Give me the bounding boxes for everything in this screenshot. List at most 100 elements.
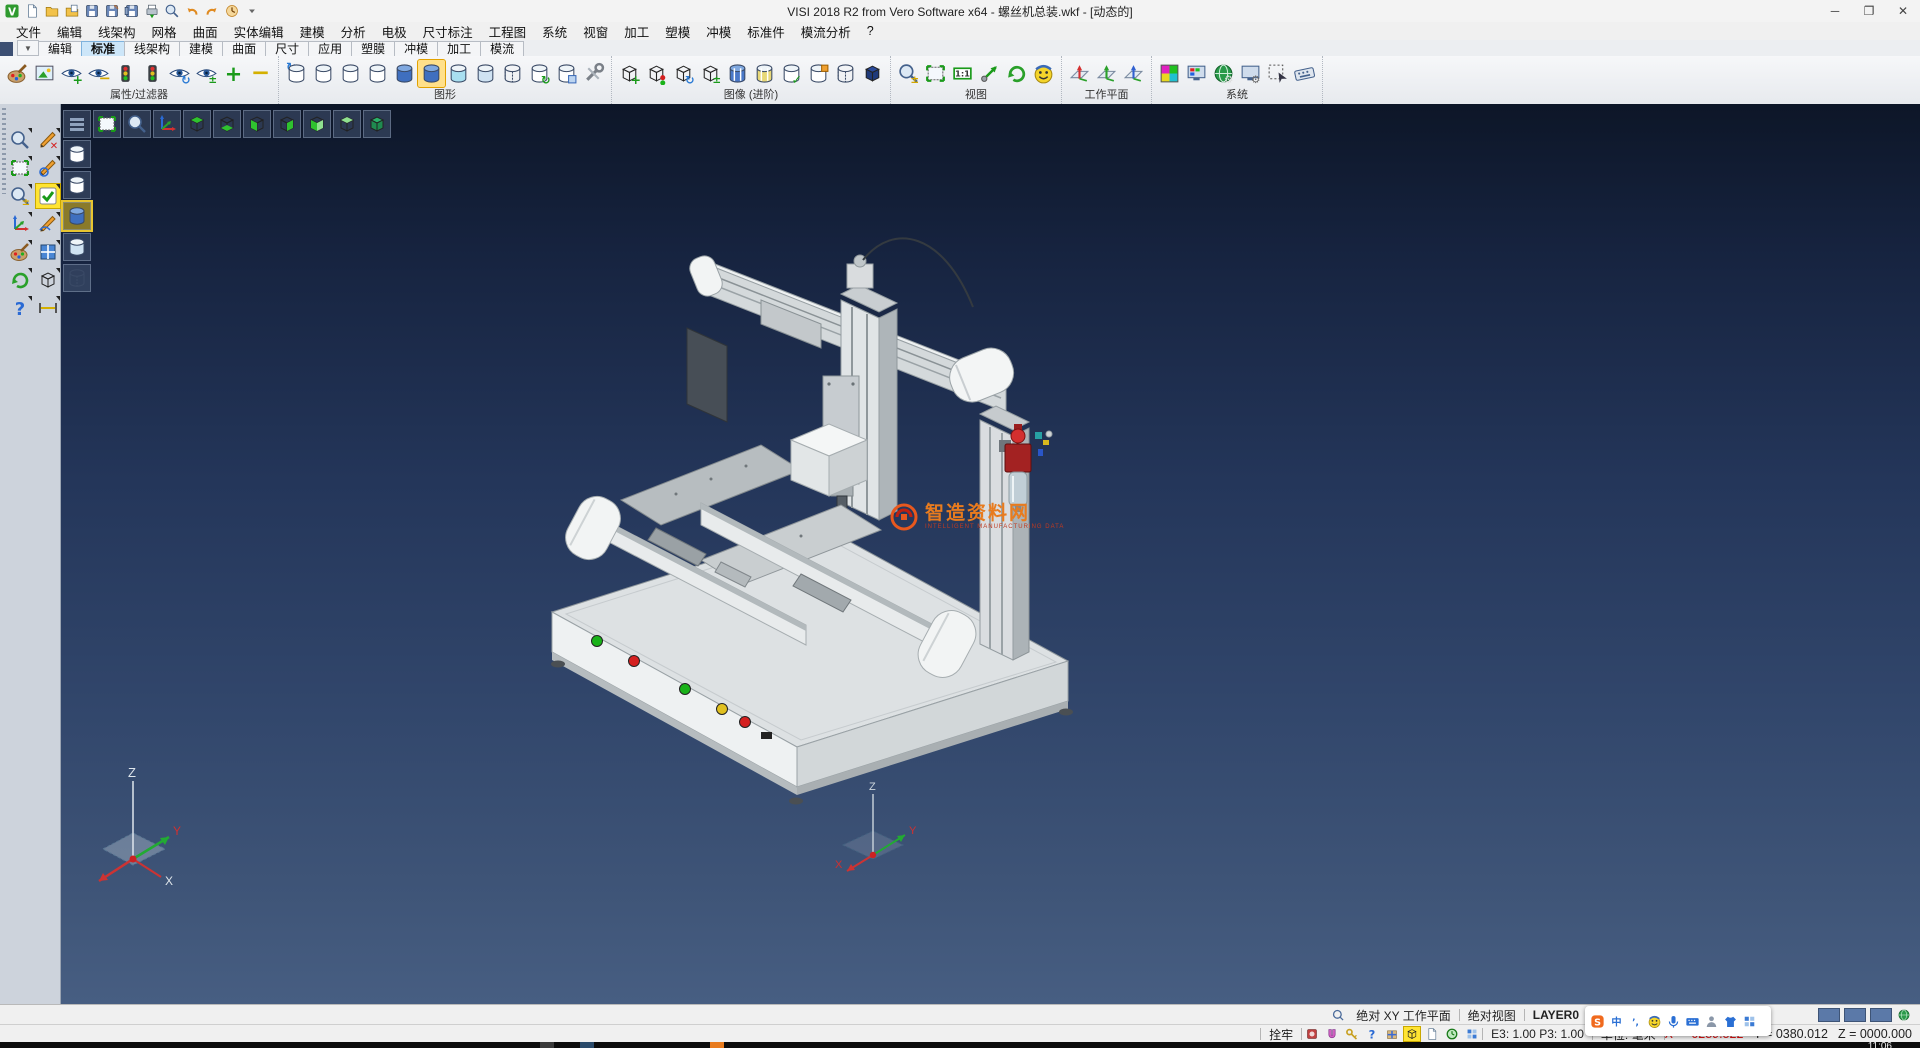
grid-blue-icon[interactable] xyxy=(1464,1027,1480,1041)
dropdown-arrow-icon[interactable] xyxy=(243,2,261,20)
monitor-wrench-icon[interactable]: ⚙ xyxy=(1237,60,1264,87)
panes-window-icon[interactable] xyxy=(36,240,60,264)
person-icon[interactable] xyxy=(1703,1013,1719,1029)
toolbar-tab-加工[interactable]: 加工 xyxy=(437,41,481,56)
skin-shirt-icon[interactable] xyxy=(1722,1013,1738,1029)
redo-orange-icon[interactable] xyxy=(203,2,221,20)
arrow-extents-icon[interactable] xyxy=(976,60,1003,87)
zoom-scale-side-icon[interactable]: ± xyxy=(8,184,32,208)
cylinder-corner-icon[interactable] xyxy=(805,60,832,87)
attributes-brush-icon[interactable] xyxy=(4,60,31,87)
globe-icon[interactable] xyxy=(1896,1008,1912,1022)
menu-工程图[interactable]: 工程图 xyxy=(481,21,535,42)
cylinder-outline3-icon[interactable] xyxy=(364,60,391,87)
globe-wrench-icon[interactable]: ⚙ xyxy=(1210,60,1237,87)
toolbox-grid-icon[interactable] xyxy=(1741,1013,1757,1029)
cylinder-blue-selected-icon[interactable] xyxy=(418,60,445,87)
zoom-scale-icon[interactable]: ± xyxy=(895,60,922,87)
select-dotted-icon[interactable] xyxy=(1264,60,1291,87)
image-frame-icon[interactable] xyxy=(31,60,58,87)
cylinder-outline-icon[interactable] xyxy=(310,60,337,87)
workplane-red-icon[interactable] xyxy=(1066,60,1093,87)
menu-编辑[interactable]: 编辑 xyxy=(49,21,90,42)
menu-实体编辑[interactable]: 实体编辑 xyxy=(226,21,292,42)
color-swatch[interactable] xyxy=(1870,1008,1892,1022)
cylinder-check-icon[interactable]: ✓ xyxy=(778,60,805,87)
cube-plusminus-icon[interactable]: ± xyxy=(697,60,724,87)
open-folder-icon[interactable] xyxy=(43,2,61,20)
menu-文件[interactable]: 文件 xyxy=(8,21,49,42)
toolbar-tab-冲模[interactable]: 冲模 xyxy=(394,41,438,56)
ucs-axis-icon[interactable] xyxy=(8,212,32,236)
menu-分析[interactable]: 分析 xyxy=(333,21,374,42)
cube-traffic-icon[interactable] xyxy=(643,60,670,87)
confirm-check-selected-icon[interactable] xyxy=(36,184,60,208)
minus-yellow-icon[interactable]: − xyxy=(247,60,274,87)
eye-plus-icon[interactable]: + xyxy=(58,60,85,87)
zh-mode-icon[interactable]: 中 xyxy=(1608,1013,1624,1029)
menu-视窗[interactable]: 视窗 xyxy=(575,21,616,42)
restore-button[interactable]: ❐ xyxy=(1852,0,1886,22)
zoom-window-side-icon[interactable] xyxy=(8,156,32,180)
keyboard-tilted-icon[interactable] xyxy=(1291,60,1318,87)
history-orange-icon[interactable] xyxy=(223,2,241,20)
refresh-cylinder-icon[interactable]: ↻ xyxy=(283,60,310,87)
menu-线架构[interactable]: 线架构 xyxy=(90,21,144,42)
cylinder-blue-icon[interactable] xyxy=(391,60,418,87)
refresh-view-icon[interactable] xyxy=(8,268,32,292)
save-all-floppy-icon[interactable] xyxy=(123,2,141,20)
toolbar-tab-塑膜[interactable]: 塑膜 xyxy=(351,41,395,56)
workplane-blue-icon[interactable] xyxy=(1120,60,1147,87)
save-as-floppy-icon[interactable]: ✎ xyxy=(103,2,121,20)
undo-orange-icon[interactable] xyxy=(183,2,201,20)
menu-系统[interactable]: 系统 xyxy=(534,21,575,42)
sogou-logo-icon[interactable]: S xyxy=(1589,1013,1605,1029)
cube-eye-plus-icon[interactable]: + xyxy=(616,60,643,87)
edit-pencil-x-icon[interactable]: ✕ xyxy=(36,128,60,152)
shade-cube-icon[interactable] xyxy=(36,268,60,292)
workplane-indicator[interactable]: 绝对 XY 工作平面 xyxy=(1348,1007,1458,1024)
menu-冲模[interactable]: 冲模 xyxy=(698,21,739,42)
mic-icon[interactable] xyxy=(1665,1013,1681,1029)
taskbar-app-icon[interactable] xyxy=(710,1042,724,1048)
menu-尺寸标注[interactable]: 尺寸标注 xyxy=(415,21,481,42)
workplane-green-icon[interactable] xyxy=(1093,60,1120,87)
color-swatches-right[interactable] xyxy=(1816,1008,1894,1022)
magnet-pink-icon[interactable] xyxy=(1324,1027,1340,1041)
layer-indicator[interactable]: LAYER0 xyxy=(1525,1008,1587,1022)
punct-comma-icon[interactable]: ’, xyxy=(1627,1013,1643,1029)
menu-建模[interactable]: 建模 xyxy=(292,21,333,42)
eye-minus-icon[interactable]: − xyxy=(85,60,112,87)
zoom-window-icon[interactable] xyxy=(922,60,949,87)
soft-keyboard-icon[interactable] xyxy=(1684,1013,1700,1029)
toolbar-tab-尺寸[interactable]: 尺寸 xyxy=(265,41,309,56)
package-box-icon[interactable] xyxy=(1384,1027,1400,1041)
menu-加工[interactable]: 加工 xyxy=(616,21,657,42)
taskbar-app-icon2[interactable] xyxy=(540,1042,554,1048)
snap-lock-toggle[interactable]: 拴牢 xyxy=(1261,1026,1301,1043)
toolbar-tab-编辑[interactable]: 编辑 xyxy=(38,41,82,56)
toolbar-tab-模流[interactable]: 模流 xyxy=(480,41,524,56)
page-white-icon[interactable] xyxy=(1424,1027,1440,1041)
cylinder-wireframe-icon[interactable] xyxy=(499,60,526,87)
selection-zoom-icon[interactable] xyxy=(8,128,32,152)
cylinder-copy-icon[interactable] xyxy=(553,60,580,87)
color-swatch[interactable] xyxy=(1818,1008,1840,1022)
menu-电极[interactable]: 电极 xyxy=(374,21,415,42)
toolbar-tab-曲面[interactable]: 曲面 xyxy=(222,41,266,56)
key-gold-icon[interactable] xyxy=(1344,1027,1360,1041)
measure-distance-icon[interactable] xyxy=(36,296,60,320)
open-import-doc-icon[interactable] xyxy=(63,2,81,20)
cylinder-recycle-icon[interactable]: ↻ xyxy=(526,60,553,87)
color-swatch[interactable] xyxy=(1844,1008,1866,1022)
taskbar-app-icon3[interactable] xyxy=(580,1042,594,1048)
view-indicator[interactable]: 绝对视图 xyxy=(1460,1007,1524,1024)
eye-plusminus-icon[interactable]: ± xyxy=(193,60,220,87)
toolbar-tab-应用[interactable]: 应用 xyxy=(308,41,352,56)
tab-dropdown-arrow[interactable]: ▼ xyxy=(17,40,39,56)
cylinder-striped-yellow-icon[interactable] xyxy=(751,60,778,87)
cylinder-striped-blue-icon[interactable] xyxy=(724,60,751,87)
save-floppy-icon[interactable] xyxy=(83,2,101,20)
plus-green-icon[interactable]: + xyxy=(220,60,247,87)
visi-logo-icon[interactable]: V xyxy=(3,2,21,20)
